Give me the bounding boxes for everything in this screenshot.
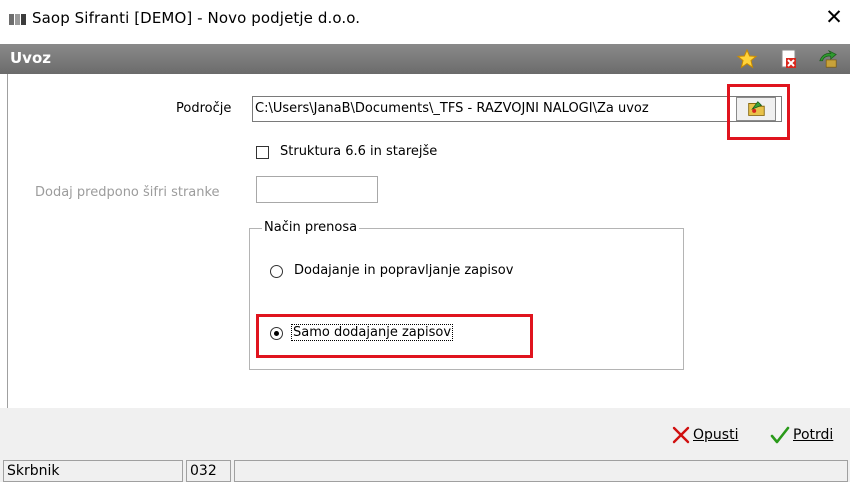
footer-bar: Opusti Potrdi — [0, 408, 850, 458]
checkmark-icon — [770, 426, 790, 444]
close-icon[interactable]: ✕ — [822, 5, 846, 29]
podrocje-path-input[interactable]: C:\Users\JanaB\Documents\_TFS - RAZVOJNI… — [252, 96, 782, 122]
star-icon[interactable] — [737, 49, 757, 69]
form-title: Uvoz — [10, 49, 51, 67]
pdf-close-icon[interactable] — [779, 49, 799, 69]
exit-icon[interactable] — [818, 49, 838, 69]
podrocje-label: Področje — [176, 101, 232, 116]
window-title: Saop Sifranti [DEMO] - Novo podjetje d.o… — [32, 9, 361, 27]
radio-highlight-box — [256, 314, 533, 358]
statusbar: Skrbnik 032 — [0, 458, 850, 482]
app-icon — [9, 14, 26, 25]
podrocje-path-value: C:\Users\JanaB\Documents\_TFS - RAZVOJNI… — [255, 101, 649, 116]
cancel-label: Opusti — [693, 427, 739, 443]
struktura-checkbox[interactable] — [256, 146, 269, 159]
radio-dodajanje-popravljanje[interactable] — [270, 265, 283, 278]
x-icon — [672, 426, 690, 444]
confirm-label: Potrdi — [793, 427, 834, 443]
form-header: Uvoz — [0, 44, 850, 74]
status-code: 032 — [186, 460, 231, 482]
dodaj-predpono-label: Dodaj predpono šifri stranke — [35, 185, 220, 200]
struktura-label[interactable]: Struktura 6.6 in starejše — [280, 144, 437, 159]
window-titlebar: Saop Sifranti [DEMO] - Novo podjetje d.o… — [0, 0, 850, 44]
dodaj-predpono-input[interactable] — [256, 176, 378, 203]
status-message — [234, 460, 848, 482]
nacin-prenosa-legend: Način prenosa — [262, 220, 360, 235]
radio-dodajanje-popravljanje-label[interactable]: Dodajanje in popravljanje zapisov — [294, 263, 513, 278]
status-user: Skrbnik — [3, 460, 183, 482]
browse-highlight-box — [727, 84, 790, 140]
confirm-button[interactable]: Potrdi — [770, 424, 833, 446]
cancel-button[interactable]: Opusti — [672, 424, 738, 446]
